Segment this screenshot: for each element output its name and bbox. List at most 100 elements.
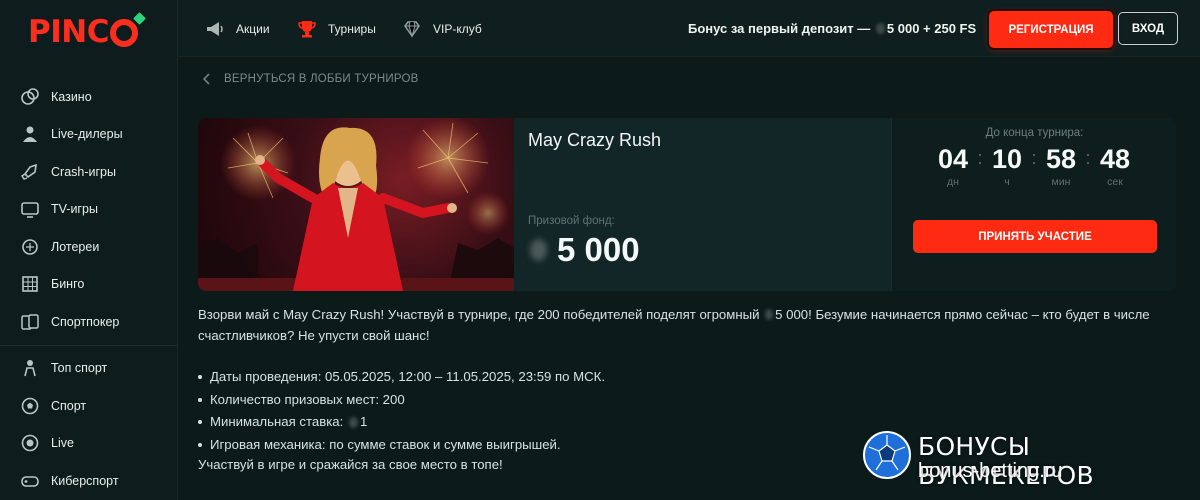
bonus-amount: 5 000 + 250 FS	[886, 21, 977, 36]
sidebar: PINC Казино Live-дилеры Crash-игры TV-иг…	[0, 0, 178, 500]
timer-minutes: 58 мин	[1042, 144, 1080, 188]
timer-seconds: 48 сек	[1096, 144, 1134, 188]
timer-hours-unit: ч	[1004, 176, 1010, 188]
trophy-person-icon	[20, 358, 40, 378]
back-link-label: ВЕРНУТЬСЯ В ЛОББИ ТУРНИРОВ	[224, 73, 419, 85]
megaphone-icon	[204, 18, 226, 40]
poker-chips-icon	[20, 87, 40, 107]
cards-icon	[20, 312, 40, 332]
timer-label: До конца турнира:	[985, 127, 1084, 139]
sidebar-item-label: Бинго	[51, 277, 85, 292]
sidebar-item-top-sport[interactable]: Топ спорт	[0, 350, 178, 388]
timer-seconds-value: 48	[1099, 144, 1131, 174]
timer-separator: :	[1085, 148, 1091, 168]
timer-seconds-unit: сек	[1107, 176, 1123, 188]
header-link-label: Турниры	[328, 21, 376, 36]
gamepad-icon	[20, 471, 40, 491]
sidebar-item-label: Топ спорт	[51, 361, 108, 376]
sidebar-item-lottery[interactable]: Лотереи	[0, 228, 178, 266]
dealer-icon	[20, 124, 40, 144]
sidebar-item-label: Спорт	[51, 398, 87, 413]
list-item: Количество призовых мест: 200	[198, 389, 605, 412]
header-link-label: Акции	[236, 21, 270, 36]
sidebar-item-esports[interactable]: Киберспорт	[0, 462, 178, 500]
tournament-banner-image	[198, 118, 514, 291]
timer-minutes-value: 58	[1045, 144, 1077, 174]
back-to-lobby-link[interactable]: ВЕРНУТЬСЯ В ЛОББИ ТУРНИРОВ	[200, 68, 418, 90]
bullet-icon	[198, 375, 202, 380]
timer-hours: 10 ч	[988, 144, 1026, 188]
sidebar-item-label: Спортпокер	[51, 314, 120, 329]
timer-days: 04 дн	[934, 144, 972, 188]
live-circle-icon	[20, 433, 40, 453]
sidebar-item-crash[interactable]: Crash-игры	[0, 153, 178, 191]
sidebar-item-label: Live-дилеры	[51, 127, 123, 142]
prize-fund-value: 5 000	[528, 231, 640, 269]
timer-minutes-unit: мин	[1051, 176, 1071, 188]
tournament-title: May Crazy Rush	[528, 130, 662, 150]
rule-dates: Даты проведения: 05.05.2025, 12:00 – 11.…	[210, 369, 606, 384]
header-link-vip[interactable]: VIP-клуб	[401, 0, 482, 57]
description-intro-part1: Взорви май с May Crazy Rush! Участвуй в …	[198, 307, 760, 322]
sidebar-item-bingo[interactable]: Бинго	[0, 266, 178, 304]
rule-min-bet: Минимальная ставка:	[210, 414, 344, 429]
header-link-tournaments[interactable]: Турниры	[296, 0, 376, 57]
sidebar-item-casino[interactable]: Казино	[0, 78, 178, 116]
timer-panel: До конца турнира: 04 дн : 10 ч : 58 мин …	[891, 118, 1176, 291]
first-deposit-bonus: Бонус за первый депозит — 5 000 + 250 FS	[688, 0, 976, 57]
timer-separator: :	[1031, 148, 1037, 168]
sidebar-nav: Казино Live-дилеры Crash-игры TV-игры Ло…	[0, 78, 178, 500]
tournament-card: May Crazy Rush Призовой фонд: 5 000 До к…	[198, 118, 1176, 291]
trophy-icon	[296, 18, 318, 40]
timer-days-unit: дн	[947, 176, 959, 188]
top-header: Акции Турниры VIP-клуб Бонус за первый д…	[178, 0, 1200, 57]
lottery-ball-icon	[20, 237, 40, 257]
timer-days-value: 04	[937, 144, 969, 174]
watermark-line2: bonus-betting.ru	[918, 460, 1063, 482]
tournament-description: Взорви май с May Crazy Rush! Участвуй в …	[198, 304, 1183, 346]
countdown-timer: 04 дн : 10 ч : 58 мин : 48 сек	[934, 144, 1134, 188]
sidebar-item-label: Live	[51, 436, 74, 451]
rocket-icon	[20, 162, 40, 182]
sidebar-item-label: Киберспорт	[51, 473, 119, 488]
sidebar-divider	[0, 344, 178, 346]
currency-icon	[875, 23, 885, 34]
brand-logo[interactable]: PINC	[28, 10, 138, 54]
sidebar-item-label: Лотереи	[51, 239, 100, 254]
rule-prize-places: Количество призовых мест: 200	[210, 391, 405, 407]
login-button[interactable]: ВХОД	[1118, 12, 1178, 45]
prize-amount: 5 000	[557, 231, 640, 268]
timer-separator: :	[977, 148, 983, 168]
list-item: Даты проведения: 05.05.2025, 12:00 – 11.…	[198, 366, 605, 389]
join-tournament-button[interactable]: ПРИНЯТЬ УЧАСТИЕ	[913, 220, 1157, 253]
list-item: Минимальная ставка: 1	[198, 411, 605, 434]
soccer-ball-icon	[20, 396, 40, 416]
bingo-card-icon	[20, 274, 40, 294]
bullet-icon	[198, 397, 202, 402]
sidebar-item-label: TV-игры	[51, 202, 98, 217]
bullet-icon	[198, 420, 202, 425]
currency-icon	[530, 239, 547, 261]
sidebar-item-sportpoker[interactable]: Спортпокер	[0, 303, 178, 341]
header-link-label: VIP-клуб	[433, 21, 482, 36]
sidebar-item-label: Crash-игры	[51, 164, 116, 179]
description-closing: Участвуй в игре и сражайся за свое место…	[198, 457, 503, 472]
rule-mechanics: Игровая механика: по сумме ставок и сумм…	[210, 436, 561, 452]
prize-fund-label: Призовой фонд:	[528, 215, 615, 227]
chevron-left-icon	[200, 72, 214, 86]
sidebar-item-live-dealers[interactable]: Live-дилеры	[0, 116, 178, 154]
diamond-icon	[401, 18, 423, 40]
sidebar-item-tv[interactable]: TV-игры	[0, 191, 178, 229]
min-bet-value: 1	[359, 414, 368, 429]
tv-icon	[20, 199, 40, 219]
sidebar-item-label: Казино	[51, 89, 92, 104]
sidebar-item-live[interactable]: Live	[0, 425, 178, 463]
currency-icon	[348, 416, 358, 428]
soccer-ball-logo-icon	[862, 430, 912, 480]
list-item: Игровая механика: по сумме ставок и сумм…	[198, 434, 605, 457]
sidebar-item-sport[interactable]: Спорт	[0, 387, 178, 425]
watermark: БОНУСЫ БУКМЕКЕРОВ bonus-betting.ru	[862, 428, 1192, 490]
currency-icon	[765, 309, 774, 320]
register-button[interactable]: РЕГИСТРАЦИЯ	[989, 11, 1113, 48]
header-link-promotions[interactable]: Акции	[204, 0, 270, 57]
